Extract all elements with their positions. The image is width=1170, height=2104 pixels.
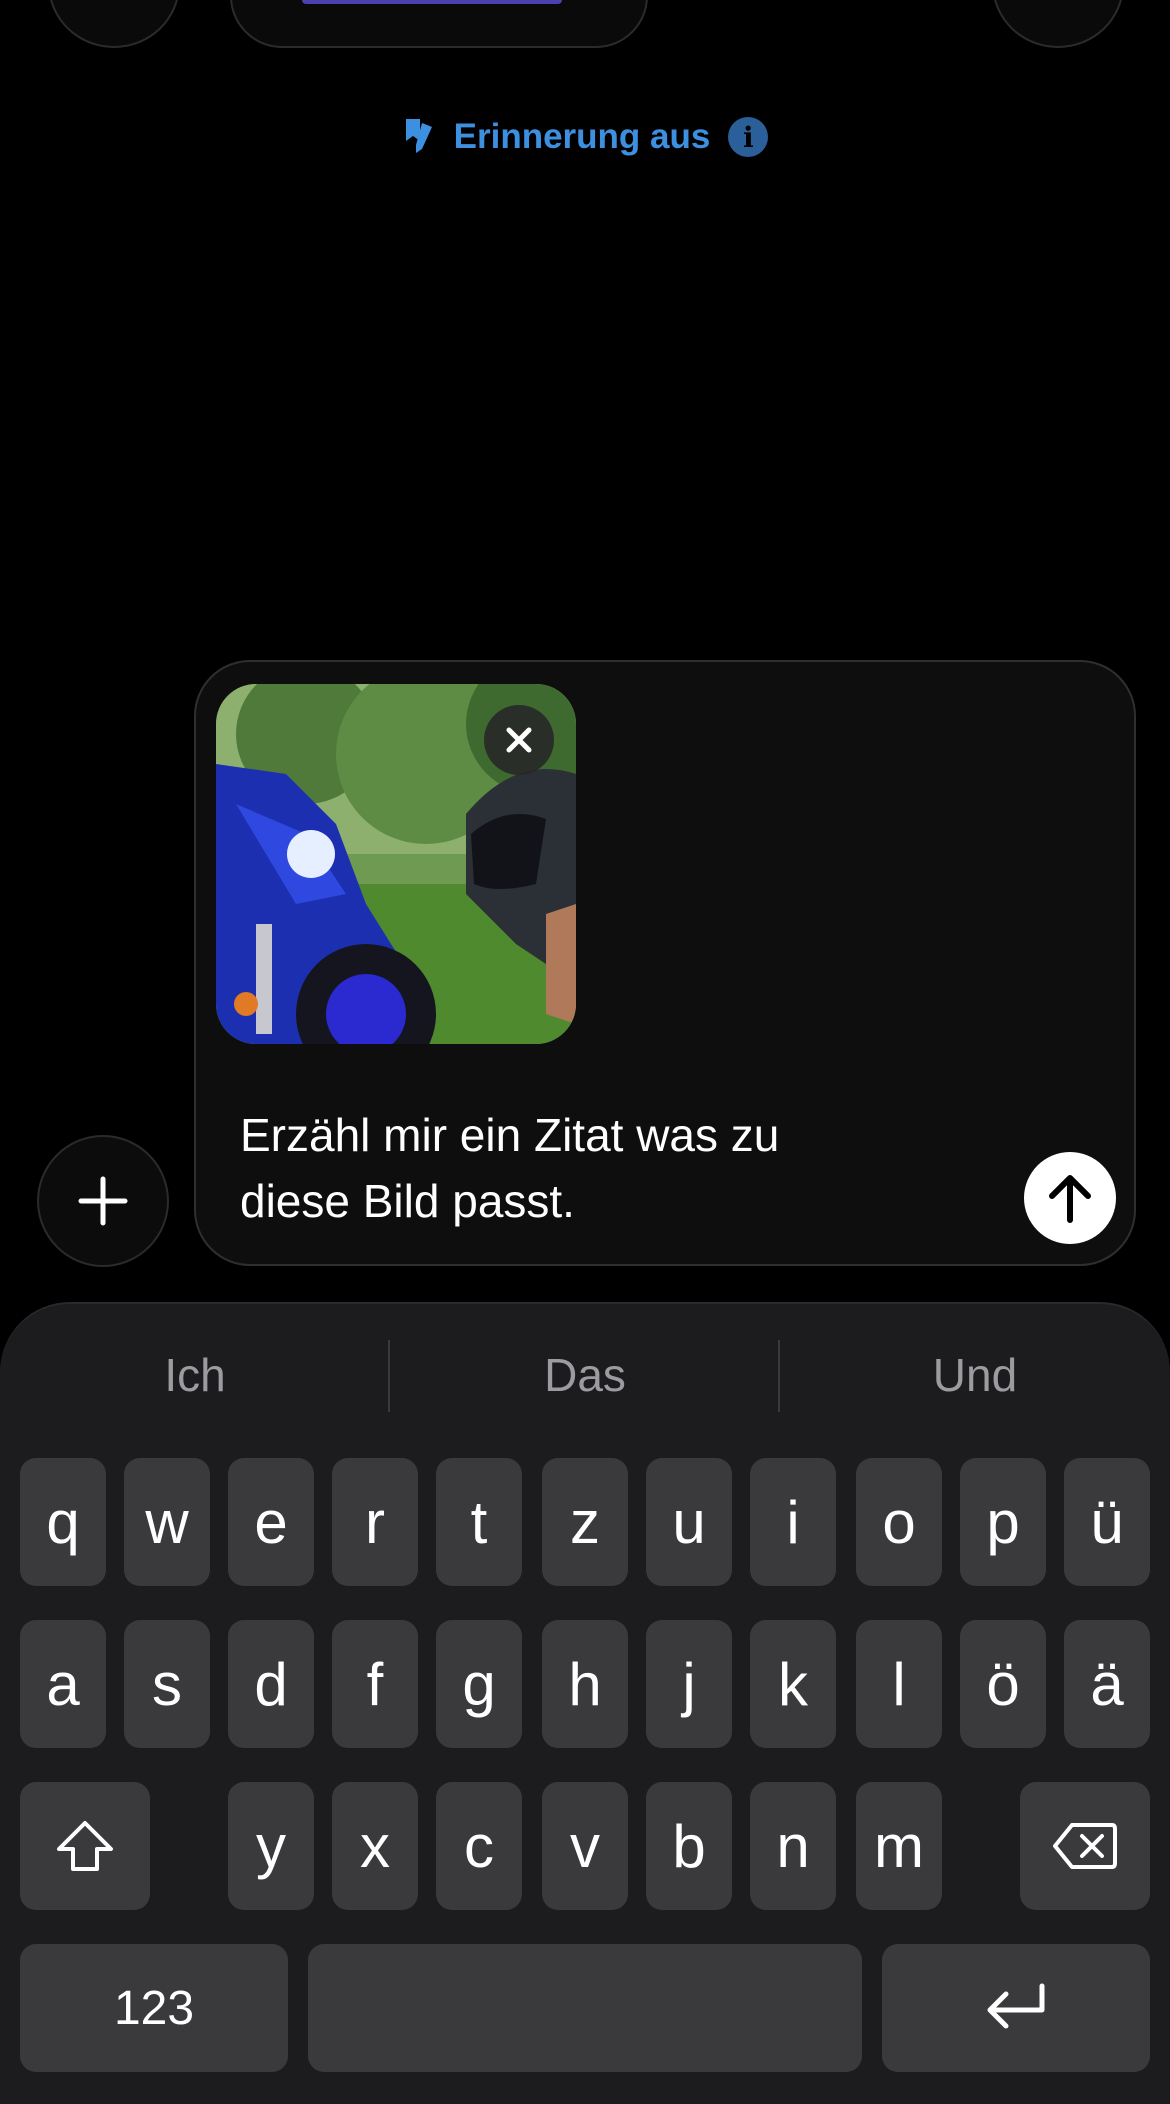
suggestion-1[interactable]: Ich	[0, 1340, 390, 1410]
close-icon	[506, 727, 532, 753]
key-o[interactable]: o	[856, 1458, 942, 1586]
key-c[interactable]: c	[436, 1782, 522, 1910]
key-q[interactable]: q	[20, 1458, 106, 1586]
suggestion-2[interactable]: Das	[390, 1340, 780, 1410]
prompt-line-2: diese Bild passt.	[240, 1175, 575, 1227]
backspace-icon	[1053, 1823, 1117, 1869]
top-right-button[interactable]	[992, 0, 1124, 48]
suggestion-3[interactable]: Und	[780, 1340, 1170, 1410]
key-t[interactable]: t	[436, 1458, 522, 1586]
key-e[interactable]: e	[228, 1458, 314, 1586]
key-z[interactable]: z	[542, 1458, 628, 1586]
numbers-key[interactable]: 123	[20, 1944, 288, 2072]
key-h[interactable]: h	[542, 1620, 628, 1748]
return-icon	[987, 1983, 1045, 2029]
remove-attachment-button[interactable]	[484, 705, 554, 775]
key-b[interactable]: b	[646, 1782, 732, 1910]
key-i[interactable]: i	[750, 1458, 836, 1586]
memory-icon	[402, 117, 436, 158]
key-n[interactable]: n	[750, 1782, 836, 1910]
key-oe[interactable]: ö	[960, 1620, 1046, 1748]
key-m[interactable]: m	[856, 1782, 942, 1910]
key-s[interactable]: s	[124, 1620, 210, 1748]
key-v[interactable]: v	[542, 1782, 628, 1910]
key-w[interactable]: w	[124, 1458, 210, 1586]
key-a[interactable]: a	[20, 1620, 106, 1748]
memory-label: Erinnerung aus	[453, 117, 711, 156]
add-attachment-button[interactable]	[37, 1135, 169, 1267]
key-p[interactable]: p	[960, 1458, 1046, 1586]
key-ae[interactable]: ä	[1064, 1620, 1150, 1748]
key-r[interactable]: r	[332, 1458, 418, 1586]
key-f[interactable]: f	[332, 1620, 418, 1748]
key-g[interactable]: g	[436, 1620, 522, 1748]
return-key[interactable]	[882, 1944, 1150, 2072]
memory-status[interactable]: Erinnerung aus i	[0, 112, 1170, 162]
key-j[interactable]: j	[646, 1620, 732, 1748]
plus-icon	[78, 1176, 128, 1226]
shift-icon	[57, 1821, 113, 1871]
arrow-up-icon	[1049, 1175, 1091, 1223]
send-button[interactable]	[1024, 1152, 1116, 1244]
key-u[interactable]: u	[646, 1458, 732, 1586]
key-ue[interactable]: ü	[1064, 1458, 1150, 1586]
space-key[interactable]	[308, 1944, 862, 2072]
top-left-button[interactable]	[48, 0, 180, 48]
key-x[interactable]: x	[332, 1782, 418, 1910]
upgrade-text-fragment	[302, 0, 562, 4]
shift-key[interactable]	[20, 1782, 150, 1910]
key-d[interactable]: d	[228, 1620, 314, 1748]
key-k[interactable]: k	[750, 1620, 836, 1748]
prompt-line-1: Erzähl mir ein Zitat was zu	[240, 1109, 780, 1161]
key-y[interactable]: y	[228, 1782, 314, 1910]
backspace-key[interactable]	[1020, 1782, 1150, 1910]
top-center-pill[interactable]	[230, 0, 648, 48]
info-icon[interactable]: i	[728, 117, 769, 157]
key-l[interactable]: l	[856, 1620, 942, 1748]
prompt-text[interactable]: Erzähl mir ein Zitat was zu diese Bild p…	[240, 1102, 960, 1234]
